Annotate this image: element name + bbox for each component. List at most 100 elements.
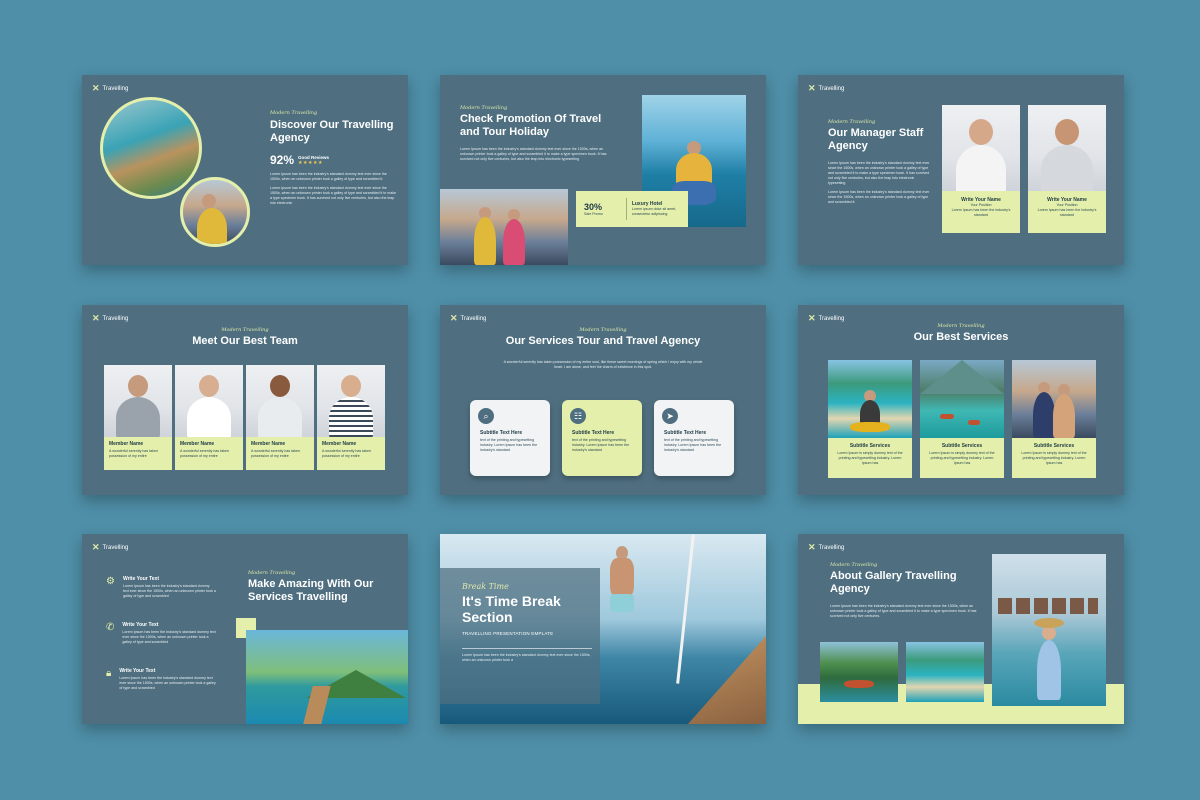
service-text: Lorem Ipsum is simply dummy text of the … xyxy=(929,451,995,465)
boat-deck xyxy=(688,636,766,724)
service-card[interactable]: Subtitle Services Lorem Ipsum is simply … xyxy=(828,360,912,478)
member-name: Member Name xyxy=(251,441,286,447)
paragraph: Lorem Ipsum has been the industry's stan… xyxy=(270,172,387,181)
slide-title: Our Services Tour and Travel Agency xyxy=(505,335,701,347)
gallery-photo-resort xyxy=(992,554,1106,706)
paragraph: Lorem Ipsum has been the industry's stan… xyxy=(828,190,930,204)
kayak-photo xyxy=(828,360,912,438)
service-text: Lorem Ipsum is simply dummy text of the … xyxy=(837,451,903,465)
paragraph: Lorem Ipsum has been the industry's stan… xyxy=(828,161,930,185)
brand-logo: ✕ Travelling xyxy=(92,83,128,94)
paragraph: Lorem Ipsum has been the industry's stan… xyxy=(460,147,607,161)
kicker: Modern Travelling xyxy=(830,562,878,568)
brand-name: Travelling xyxy=(818,85,845,92)
tourists-map-photo xyxy=(440,189,568,265)
slide-title: Make Amazing With Our Services Travellin… xyxy=(248,578,374,603)
kicker: Modern Travelling xyxy=(221,327,269,333)
phone-icon: ✆ xyxy=(106,622,115,633)
plane-logo-icon: ✕ xyxy=(808,542,816,552)
member-name: Member Name xyxy=(180,441,215,447)
search-icon: ⌕ xyxy=(478,408,494,424)
review-percentage: 92% xyxy=(270,153,295,167)
paragraph: Lorem Ipsum has been the industry's stan… xyxy=(270,186,397,205)
travelers-photo-circle xyxy=(180,177,250,247)
service-card[interactable]: ☷ Subtitle Text Here text of the printin… xyxy=(562,400,642,476)
member-card[interactable]: Member Name A wonderful serenity has tak… xyxy=(175,365,243,470)
kicker: Modern Travelling xyxy=(937,323,985,329)
slide-discover-agency[interactable]: ✕ Travelling Modern Travelling Discover O… xyxy=(82,75,408,265)
lock-icon: 🔒︎ xyxy=(106,668,112,679)
slide-check-promotion[interactable]: Modern Travelling Check Promotion Of Tra… xyxy=(440,75,766,265)
lake-boats-photo xyxy=(920,360,1004,438)
brand-name: Travelling xyxy=(818,315,845,322)
slide-manager-staff[interactable]: ✕ Travelling Modern Travelling Our Manage… xyxy=(798,75,1124,265)
promo-panel: 30% Sale Promo Luxury Hotel Lorem ipsum … xyxy=(576,191,688,227)
feature-title: Write Your Text xyxy=(122,622,159,628)
slide-title: About Gallery Travelling Agency xyxy=(830,570,957,595)
member-card[interactable]: Member Name A wonderful serenity has tak… xyxy=(104,365,172,470)
slide-title: Our Best Services xyxy=(913,331,1009,343)
service-text: text of the printing and typesetting ind… xyxy=(480,438,538,452)
pier-island-photo xyxy=(246,630,408,724)
service-text: Lorem Ipsum is simply dummy text of the … xyxy=(1021,451,1087,465)
member-text: A wonderful serenity has taken possessio… xyxy=(109,449,158,458)
slide-services-tour[interactable]: ✕ Travelling Modern Travelling Our Servic… xyxy=(440,305,766,495)
staff-text: Lorem Ipsum has been the industry's stan… xyxy=(1037,208,1097,217)
member-photo xyxy=(175,365,243,437)
service-card[interactable]: ➤ Subtitle Text Here text of the printin… xyxy=(654,400,734,476)
paragraph: Lorem Ipsum has been the industry's stan… xyxy=(462,653,591,662)
kicker: Modern Travelling xyxy=(579,327,627,333)
service-title: Subtitle Text Here xyxy=(572,430,615,436)
kicker: Modern Travelling xyxy=(248,570,296,576)
staff-card[interactable]: Write Your Name Your Position Lorem Ipsu… xyxy=(1028,105,1106,233)
slide-about-gallery[interactable]: ✕ Travelling Modern Travelling About Gall… xyxy=(798,534,1124,724)
brand-logo: ✕ Travelling xyxy=(92,542,128,553)
sailor-shorts xyxy=(610,594,634,612)
brand-name: Travelling xyxy=(102,315,129,322)
kicker: Break Time xyxy=(462,582,509,591)
brand-logo: ✕ Travelling xyxy=(808,83,844,94)
star-rating-icon: ★★★★★ xyxy=(298,159,323,166)
plane-logo-icon: ✕ xyxy=(450,313,458,323)
member-photo xyxy=(246,365,314,437)
member-name: Member Name xyxy=(322,441,357,447)
tourists-city-photo xyxy=(1012,360,1096,438)
member-text: A wonderful serenity has taken possessio… xyxy=(322,449,371,458)
slide-meet-team[interactable]: ✕ Travelling Modern Travelling Meet Our B… xyxy=(82,305,408,495)
feature-text: Lorem Ipsum has been the industry's stan… xyxy=(122,584,216,598)
brand-logo: ✕ Travelling xyxy=(450,313,486,324)
member-text: A wonderful serenity has taken possessio… xyxy=(251,449,300,458)
paragraph: A wonderful serenity has taken possessio… xyxy=(503,360,703,369)
staff-card[interactable]: Write Your Name Your Position Lorem Ipsu… xyxy=(942,105,1020,233)
mast xyxy=(676,534,695,684)
sailor-figure xyxy=(610,558,634,598)
staff-portrait xyxy=(1028,105,1106,191)
feature-title: Write Your Text xyxy=(122,576,159,582)
promo-value: 30% xyxy=(584,201,603,212)
service-card[interactable]: Subtitle Services Lorem Ipsum is simply … xyxy=(920,360,1004,478)
sun-hat xyxy=(1034,618,1064,628)
slide-best-services[interactable]: ✕ Travelling Modern Travelling Our Best S… xyxy=(798,305,1124,495)
slide-title: Discover Our Travelling Agency xyxy=(270,119,394,144)
presentation-mockup: { "brand": {"name": "Travelling", "accen… xyxy=(0,0,1200,800)
brand-logo: ✕ Travelling xyxy=(808,542,844,553)
slide-subtitle: TRAVELLING PRESENTATION EMPLATE xyxy=(462,631,554,636)
paper-plane-icon: ➤ xyxy=(662,408,678,424)
team-row: Member Name A wonderful serenity has tak… xyxy=(104,365,385,470)
paragraph: Lorem Ipsum has been the industry's stan… xyxy=(830,604,977,618)
service-card[interactable]: ⌕ Subtitle Text Here text of the printin… xyxy=(470,400,550,476)
slide-break-section[interactable]: Break Time It's Time Break Section TRAVE… xyxy=(440,534,766,724)
gallery-photo-beach xyxy=(906,642,984,702)
feature-item: ⚙ Write Your Text Lorem Ipsum has been t… xyxy=(106,576,216,599)
staff-portrait xyxy=(942,105,1020,191)
overlay-panel: Break Time It's Time Break Section TRAVE… xyxy=(440,568,600,704)
service-card[interactable]: Subtitle Services Lorem Ipsum is simply … xyxy=(1012,360,1096,478)
brand-name: Travelling xyxy=(102,85,129,92)
member-card[interactable]: Member Name A wonderful serenity has tak… xyxy=(317,365,385,470)
slide-make-amazing[interactable]: ✕ Travelling ⚙ Write Your Text Lorem Ipsu… xyxy=(82,534,408,724)
member-card[interactable]: Member Name A wonderful serenity has tak… xyxy=(246,365,314,470)
plane-logo-icon: ✕ xyxy=(808,83,816,93)
member-photo xyxy=(104,365,172,437)
feature-item: 🔒︎ Write Your Text Lorem Ipsum has been … xyxy=(106,668,216,691)
plane-logo-icon: ✕ xyxy=(92,83,100,93)
